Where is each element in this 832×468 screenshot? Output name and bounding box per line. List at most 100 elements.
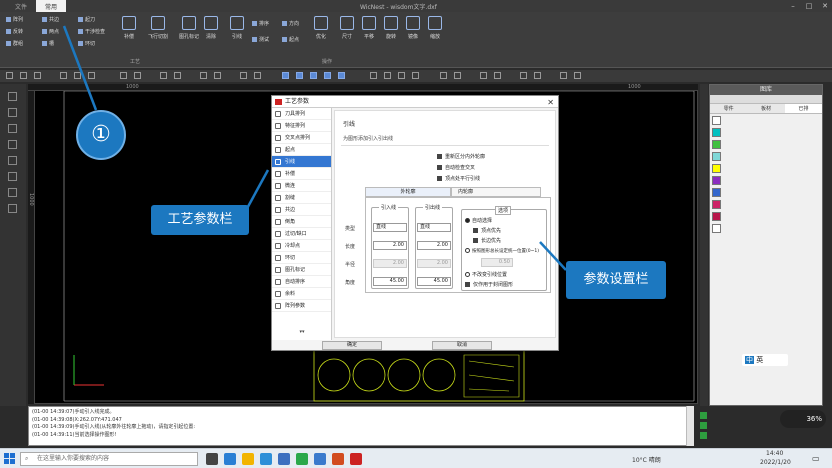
array-tool[interactable]: 阵列 xyxy=(6,16,23,23)
tab-outer-contour[interactable]: 外轮廓 xyxy=(365,187,451,197)
nav-item[interactable]: 刀具排列 xyxy=(272,108,331,120)
toolbar-icon[interactable] xyxy=(440,72,447,79)
lead-start-tool[interactable]: 起刀 xyxy=(78,16,95,23)
toolbar-icon[interactable] xyxy=(520,72,527,79)
toolbar-icon[interactable] xyxy=(134,72,141,79)
start-point-tool[interactable]: 起点 xyxy=(282,36,299,43)
lead-in-length-input[interactable]: 2.00 xyxy=(373,241,407,250)
polygon-tool-icon[interactable] xyxy=(8,172,17,181)
nav-item[interactable]: 共边 xyxy=(272,204,331,216)
toolbar-icon-active[interactable] xyxy=(324,72,331,79)
clear-button[interactable]: 清除 xyxy=(198,14,224,54)
nav-item[interactable]: 自动排序 xyxy=(272,276,331,288)
test-tool[interactable]: 测试 xyxy=(252,36,269,43)
ok-button[interactable]: 确定 xyxy=(322,341,382,350)
dialog-close-button[interactable]: ✕ xyxy=(547,97,554,109)
interference-tool[interactable]: 干涉检查 xyxy=(78,28,105,35)
optimize-button[interactable]: 优化 xyxy=(308,14,334,54)
layer-color-swatch[interactable] xyxy=(712,140,721,149)
vertex-first-checkbox[interactable]: 顶点优先 xyxy=(473,227,501,234)
nav-more-button[interactable]: ▾▾ xyxy=(272,329,332,339)
toolbar-icon-active[interactable] xyxy=(296,72,303,79)
nav-item[interactable]: 交叉点排列 xyxy=(272,132,331,144)
nav-item[interactable]: 特征排列 xyxy=(272,120,331,132)
toolbar-icon[interactable] xyxy=(160,72,167,79)
toolbar-icon[interactable] xyxy=(370,72,377,79)
app-icon[interactable] xyxy=(314,453,326,465)
ime-toolbar[interactable]: 中 英 xyxy=(742,354,788,366)
uniform-position-radio[interactable]: 按照图形总长设定统一位置(0~1) xyxy=(465,248,539,254)
layer-color-swatch[interactable] xyxy=(712,128,721,137)
toolbar-icon[interactable] xyxy=(34,72,41,79)
minimize-button[interactable]: – xyxy=(786,1,800,11)
tab-nested[interactable]: 已排 xyxy=(784,104,822,113)
nav-item[interactable]: 图孔标记 xyxy=(272,264,331,276)
nav-item[interactable]: 微连 xyxy=(272,180,331,192)
toolbar-icon[interactable] xyxy=(454,72,461,79)
lead-button[interactable]: 引线 xyxy=(224,14,250,54)
lead-in-type-select[interactable]: 直线 xyxy=(373,223,407,232)
toolbar-icon[interactable] xyxy=(560,72,567,79)
scale-button[interactable]: 缩放 xyxy=(422,14,448,54)
explorer-icon[interactable] xyxy=(242,453,254,465)
nav-item[interactable]: 环切 xyxy=(272,252,331,264)
long-edge-first-checkbox[interactable]: 长边优先 xyxy=(473,237,501,244)
toolbar-icon[interactable] xyxy=(398,72,405,79)
measure-tool-icon[interactable] xyxy=(8,204,17,213)
toolbar-icon-active[interactable] xyxy=(338,72,345,79)
layer-color-swatch[interactable] xyxy=(712,176,721,185)
reclassify-checkbox[interactable]: 重新区分内外轮廓 xyxy=(437,153,485,160)
sort-tool[interactable]: 排序 xyxy=(252,20,269,27)
layer-color-swatch[interactable] xyxy=(712,152,721,161)
group-tool[interactable]: 群组 xyxy=(6,40,23,47)
app-icon[interactable] xyxy=(260,453,272,465)
two-point-tool[interactable]: 两点 xyxy=(42,28,59,35)
ring-cut-tool[interactable]: 环切 xyxy=(78,40,95,47)
toolbar-icon[interactable] xyxy=(20,72,27,79)
text-tool-icon[interactable] xyxy=(8,188,17,197)
tab-parts[interactable]: 零件 xyxy=(710,104,747,113)
flip-tool[interactable]: 反转 xyxy=(6,28,23,35)
layer-color-swatch[interactable] xyxy=(712,212,721,221)
tab-inner-contour[interactable]: 内轮廓 xyxy=(451,187,541,197)
toolbar-icon[interactable] xyxy=(60,72,67,79)
layer-color-swatch[interactable] xyxy=(712,116,721,125)
toolbar-icon[interactable] xyxy=(384,72,391,79)
close-button[interactable]: ✕ xyxy=(818,1,832,11)
circle-tool-icon[interactable] xyxy=(8,124,17,133)
wechat-icon[interactable] xyxy=(296,453,308,465)
notification-icon[interactable]: ▭ xyxy=(812,454,820,463)
edge-icon[interactable] xyxy=(224,453,236,465)
clock-date[interactable]: 2022/1/20 xyxy=(760,459,791,466)
layer-color-swatch[interactable] xyxy=(712,188,721,197)
toolbar-icon[interactable] xyxy=(534,72,541,79)
task-view-icon[interactable] xyxy=(206,453,218,465)
toolbar-icon[interactable] xyxy=(214,72,221,79)
nav-item[interactable]: 割缝 xyxy=(272,192,331,204)
vertex-parallel-checkbox[interactable]: 顶点处平行引线 xyxy=(437,175,480,182)
nav-item[interactable]: 补偿 xyxy=(272,168,331,180)
wicnest-icon[interactable] xyxy=(350,453,362,465)
weather-widget[interactable]: 10°C 晴朗 xyxy=(632,455,661,464)
arc-tool-icon[interactable] xyxy=(8,140,17,149)
toolbar-icon-active[interactable] xyxy=(282,72,289,79)
console-scrollbar[interactable] xyxy=(686,406,694,446)
nav-item[interactable]: 冷却点 xyxy=(272,240,331,252)
toolbar-icon[interactable] xyxy=(574,72,581,79)
toolbar-icon[interactable] xyxy=(240,72,247,79)
rect-tool-icon[interactable] xyxy=(8,156,17,165)
app-icon[interactable] xyxy=(332,453,344,465)
toolbar-icon[interactable] xyxy=(88,72,95,79)
toolbar-icon[interactable] xyxy=(254,72,261,79)
compensation-button[interactable]: 补偿 xyxy=(116,14,142,54)
line-tool-icon[interactable] xyxy=(8,108,17,117)
tab-sheets[interactable]: 板材 xyxy=(747,104,784,113)
lead-out-angle-input[interactable]: 45.00 xyxy=(417,277,451,286)
slot-tool[interactable]: 槽 xyxy=(42,40,54,47)
direction-tool[interactable]: 方向 xyxy=(282,20,299,27)
select-tool-icon[interactable] xyxy=(8,92,17,101)
taskbar-search[interactable]: ⌕ 在这里输入你要搜索的内容 xyxy=(20,452,198,466)
toolbar-icon[interactable] xyxy=(174,72,181,79)
auto-check-cross-checkbox[interactable]: 自动检查交叉 xyxy=(437,164,475,171)
start-button[interactable] xyxy=(4,453,15,464)
